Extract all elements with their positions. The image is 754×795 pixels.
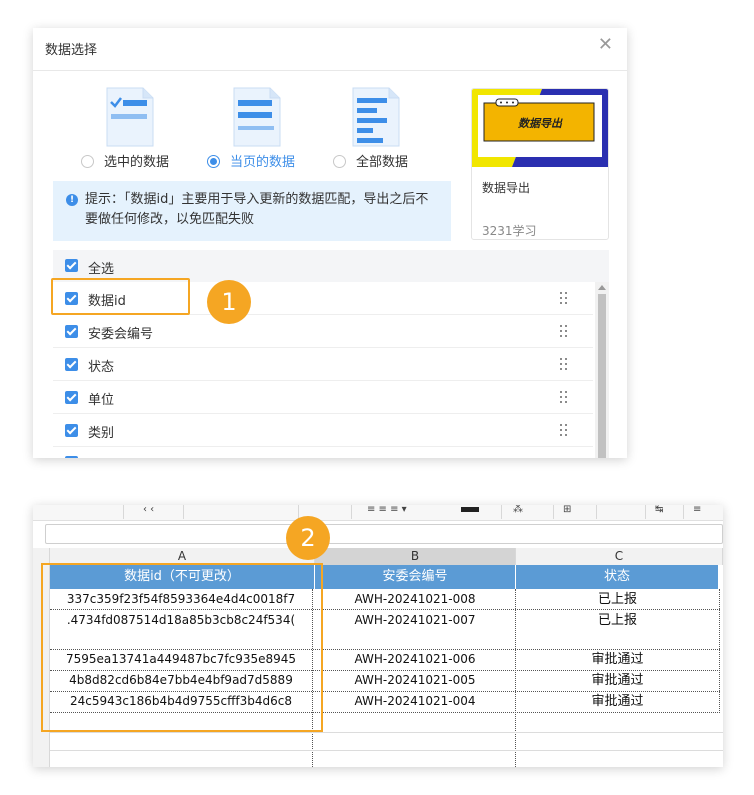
cell-status[interactable]: 审批通过 <box>516 672 719 689</box>
scroll-up-icon[interactable] <box>598 285 606 290</box>
checkbox[interactable] <box>65 358 78 371</box>
column-header-b[interactable]: B <box>315 548 516 565</box>
option-all-data[interactable] <box>321 86 431 148</box>
data-select-dialog: 数据选择 ✕ 选中的数据 当页的数据 全部数据 ! 提示：「数据id」主要用于导… <box>33 28 627 458</box>
drag-handle-icon[interactable] <box>560 325 569 338</box>
radio-selected-data[interactable]: 选中的数据 <box>81 151 211 170</box>
drag-handle-icon[interactable] <box>560 424 569 437</box>
option-current-page-data[interactable] <box>202 86 312 148</box>
align-icon[interactable]: ≡ ≡ ≡ ▾ <box>367 505 407 515</box>
color-bar-icon[interactable] <box>461 507 479 512</box>
header-cell-code[interactable]: 安委会编号 <box>315 565 516 589</box>
step-badge-1: 1 <box>207 280 251 324</box>
checkbox[interactable] <box>65 391 78 404</box>
cell-code[interactable]: AWH-20241021-005 <box>315 672 515 689</box>
checkbox-select-all[interactable] <box>65 259 78 272</box>
table-icon[interactable]: ⊞ <box>563 505 571 515</box>
card-meta: 3231学习 <box>482 224 537 238</box>
radio-icon[interactable] <box>207 155 220 168</box>
cell-code[interactable]: AWH-20241021-007 <box>315 612 515 629</box>
list-item[interactable]: 状态 <box>53 348 593 381</box>
page-doc-icon <box>233 87 281 147</box>
highlight-data-id-column <box>41 563 323 732</box>
tip-box: ! 提示：「数据id」主要用于导入更新的数据匹配，导出之后不要做任何修改，以免匹… <box>53 181 451 241</box>
checkbox[interactable] <box>65 424 78 437</box>
cell-status[interactable]: 已上报 <box>516 591 719 608</box>
cell-code[interactable]: AWH-20241021-008 <box>315 591 515 608</box>
info-icon: ! <box>66 194 78 206</box>
header-cell-status[interactable]: 状态 <box>516 565 719 589</box>
option-selected-data[interactable] <box>75 86 185 148</box>
scroll-thumb[interactable] <box>598 294 606 458</box>
step-badge-2: 2 <box>286 516 330 560</box>
dialog-title: 数据选择 <box>45 43 98 58</box>
cell-code[interactable]: AWH-20241021-004 <box>315 693 515 710</box>
radio-all-data[interactable]: 全部数据 <box>333 151 463 170</box>
checkbox[interactable] <box>65 325 78 338</box>
card-thumbnail: 数据导出 <box>472 89 608 167</box>
wrap-icon[interactable]: ↹ <box>655 505 663 515</box>
list-item[interactable]: 类别 <box>53 414 593 447</box>
thumb-text: 数据导出 <box>518 117 563 130</box>
list-item[interactable] <box>53 447 593 458</box>
list-item[interactable]: 单位 <box>53 381 593 414</box>
divider <box>33 70 627 71</box>
selected-doc-icon <box>106 87 154 147</box>
formula-bar[interactable] <box>45 524 723 544</box>
drag-handle-icon[interactable] <box>560 391 569 404</box>
cell-status[interactable]: 审批通过 <box>516 693 719 710</box>
tip-text: 提示：「数据id」主要用于导入更新的数据匹配，导出之后不要做任何修改，以免匹配失… <box>85 192 429 227</box>
checkbox[interactable] <box>65 456 78 458</box>
column-header-c[interactable]: C <box>516 548 723 565</box>
radio-icon[interactable] <box>81 155 94 168</box>
drag-handle-icon[interactable] <box>560 358 569 371</box>
all-doc-icon <box>352 87 400 147</box>
scrollbar[interactable] <box>595 282 609 458</box>
cell-status[interactable]: 已上报 <box>516 612 719 629</box>
list-item[interactable]: 安委会编号 <box>53 315 593 348</box>
radio-icon[interactable] <box>333 155 346 168</box>
toolbar: ‹ ‹ ≡ ≡ ≡ ▾ ⁂ ⊞ ↹ ≡ <box>33 505 723 521</box>
drag-handle-icon[interactable] <box>560 292 569 305</box>
menu-icon[interactable]: ≡ <box>693 505 701 515</box>
arrow-icon[interactable]: ‹ ‹ <box>143 505 154 515</box>
card-title: 数据导出 <box>482 181 531 195</box>
number-format-icon[interactable]: ⁂ <box>513 505 523 515</box>
close-icon[interactable]: ✕ <box>598 36 613 54</box>
radio-current-page-data[interactable]: 当页的数据 <box>207 151 337 170</box>
cell-code[interactable]: AWH-20241021-006 <box>315 651 515 668</box>
tutorial-card[interactable]: 数据导出 数据导出 3231学习 <box>471 88 609 240</box>
cell-status[interactable]: 审批通过 <box>516 651 719 668</box>
highlight-data-id-field <box>51 278 190 315</box>
